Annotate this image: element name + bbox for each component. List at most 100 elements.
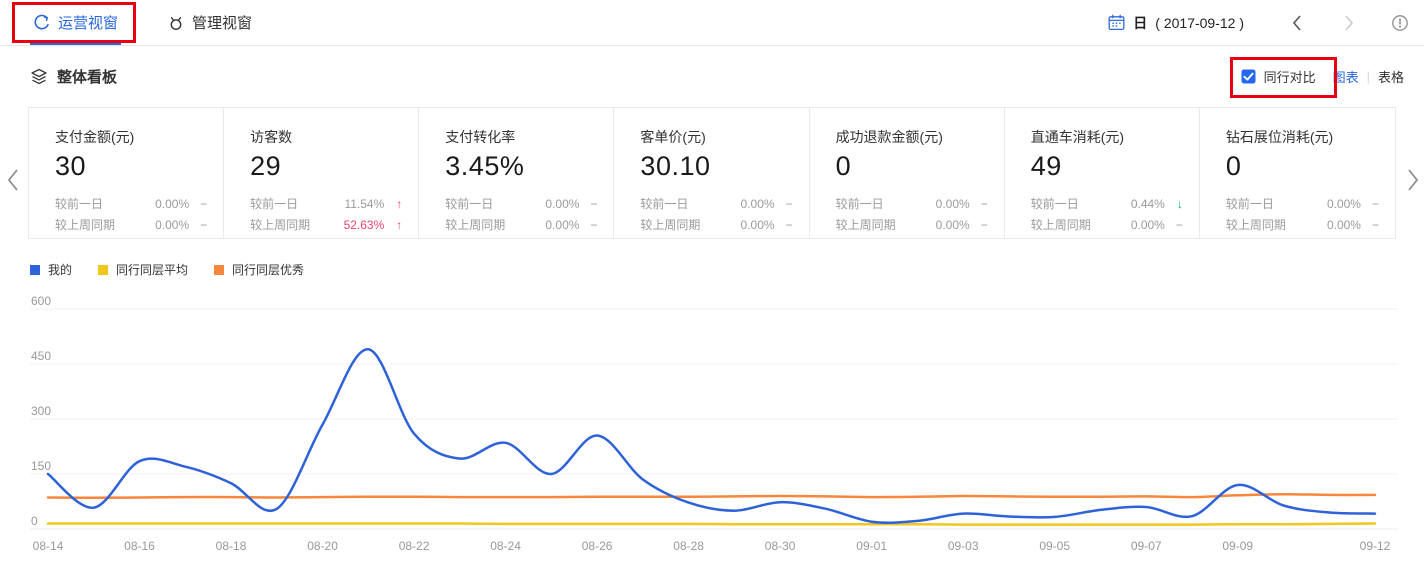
compare-label: 较上周同期 bbox=[445, 215, 529, 236]
metric-value: 30.10 bbox=[640, 151, 792, 182]
x-axis-label: 09-03 bbox=[948, 539, 979, 553]
x-axis-label: 08-14 bbox=[33, 539, 64, 553]
legend-item[interactable]: 我的 bbox=[30, 261, 72, 278]
metric-compare-rows: 较前一日0.44%↓较上周同期0.00%− bbox=[1031, 194, 1183, 236]
compare-value: 0.00% bbox=[529, 194, 579, 215]
metric-card[interactable]: 钻石展位消耗(元) 0 较前一日0.00%−较上周同期0.00%− bbox=[1200, 108, 1395, 238]
chart-legend: 我的 同行同层平均 同行同层优秀 bbox=[30, 261, 304, 278]
date-picker[interactable]: 日 ( 2017-09-12 ) bbox=[1108, 13, 1244, 33]
x-axis-label: 08-16 bbox=[124, 539, 155, 553]
metric-title: 直通车消耗(元) bbox=[1031, 127, 1183, 147]
x-axis-label: 08-26 bbox=[582, 539, 613, 553]
x-axis-label: 08-22 bbox=[399, 539, 430, 553]
compare-value: 0.00% bbox=[139, 194, 189, 215]
metric-value: 3.45% bbox=[445, 151, 597, 182]
metric-compare-rows: 较前一日0.00%−较上周同期0.00%− bbox=[1226, 194, 1379, 236]
refresh-circle-icon bbox=[33, 14, 50, 31]
cards-next-button[interactable] bbox=[1404, 166, 1422, 194]
board-section-bar: 整体看板 同行对比 图表 | 表格 bbox=[0, 47, 1424, 105]
trend-line-chart: 015030045060008-1408-1608-1808-2008-2208… bbox=[0, 290, 1424, 575]
y-axis-label: 0 bbox=[31, 514, 38, 528]
legend-label: 我的 bbox=[48, 261, 72, 278]
metric-title: 成功退款金额(元) bbox=[836, 127, 988, 147]
layers-icon bbox=[30, 68, 48, 85]
compare-label: 较前一日 bbox=[445, 194, 529, 215]
compare-value: 0.00% bbox=[1311, 194, 1361, 215]
flat-indicator-icon: − bbox=[189, 215, 207, 236]
chart-canvas: 015030045060008-1408-1608-1808-2008-2208… bbox=[0, 290, 1424, 575]
metric-value: 30 bbox=[55, 151, 207, 182]
x-axis-label: 09-05 bbox=[1039, 539, 1070, 553]
metric-compare-rows: 较前一日0.00%−较上周同期0.00%− bbox=[836, 194, 988, 236]
info-button[interactable] bbox=[1390, 13, 1410, 33]
view-switch: 图表 | 表格 bbox=[1333, 67, 1404, 86]
date-prev-button[interactable] bbox=[1290, 13, 1304, 33]
compare-value: 0.00% bbox=[725, 215, 775, 236]
compare-row: 较上周同期0.00%− bbox=[1031, 215, 1183, 236]
peer-compare-toggle[interactable]: 同行对比 bbox=[1241, 67, 1316, 86]
tab-operations-view[interactable]: 运营视窗 bbox=[30, 0, 121, 45]
metric-title: 访客数 bbox=[250, 127, 402, 147]
view-tabs: 运营视窗 管理视窗 bbox=[30, 0, 255, 45]
legend-item[interactable]: 同行同层平均 bbox=[98, 261, 188, 278]
metric-card[interactable]: 访客数29较前一日11.54%↑较上周同期52.63%↑ bbox=[224, 108, 419, 238]
compare-label: 较上周同期 bbox=[1226, 215, 1311, 236]
tab-management-view[interactable]: 管理视窗 bbox=[165, 0, 255, 45]
metric-card[interactable]: 直通车消耗(元)49较前一日0.44%↓较上周同期0.00%− bbox=[1005, 108, 1200, 238]
x-axis-label: 08-28 bbox=[673, 539, 704, 553]
legend-label: 同行同层优秀 bbox=[232, 261, 304, 278]
flat-indicator-icon: − bbox=[1165, 215, 1183, 236]
compare-value: 0.00% bbox=[139, 215, 189, 236]
view-chart-link[interactable]: 图表 bbox=[1333, 67, 1359, 86]
board-controls: 同行对比 图表 | 表格 bbox=[1241, 67, 1404, 86]
legend-swatch-icon bbox=[30, 265, 40, 275]
flat-indicator-icon: − bbox=[970, 194, 988, 215]
cards-prev-button[interactable] bbox=[4, 166, 22, 194]
date-next-button[interactable] bbox=[1342, 13, 1356, 33]
chevron-left-icon bbox=[7, 168, 19, 192]
flat-indicator-icon: − bbox=[1361, 215, 1379, 236]
compare-value: 0.00% bbox=[920, 194, 970, 215]
compare-label: 较上周同期 bbox=[1031, 215, 1115, 236]
up-indicator-icon: ↑ bbox=[384, 194, 402, 215]
info-icon bbox=[1391, 14, 1409, 32]
metric-card[interactable]: 客单价(元)30.10较前一日0.00%−较上周同期0.00%− bbox=[614, 108, 809, 238]
metric-card[interactable]: 支付金额(元)30较前一日0.00%−较上周同期0.00%− bbox=[29, 108, 224, 238]
board-title: 整体看板 bbox=[57, 66, 117, 87]
metric-title: 钻石展位消耗(元) bbox=[1226, 127, 1379, 147]
legend-swatch-icon bbox=[214, 265, 224, 275]
compare-value: 11.54% bbox=[334, 194, 384, 215]
view-table-link[interactable]: 表格 bbox=[1378, 67, 1404, 86]
legend-item[interactable]: 同行同层优秀 bbox=[214, 261, 304, 278]
x-axis-label: 08-24 bbox=[490, 539, 521, 553]
metric-card[interactable]: 成功退款金额(元)0较前一日0.00%−较上周同期0.00%− bbox=[810, 108, 1005, 238]
checkbox-checked-icon[interactable] bbox=[1241, 69, 1256, 84]
compare-row: 较前一日0.00%− bbox=[445, 194, 597, 215]
metric-title: 支付金额(元) bbox=[55, 127, 207, 147]
metric-compare-rows: 较前一日0.00%−较上周同期0.00%− bbox=[445, 194, 597, 236]
flat-indicator-icon: − bbox=[775, 194, 793, 215]
legend-label: 同行同层平均 bbox=[116, 261, 188, 278]
metric-value: 29 bbox=[250, 151, 402, 182]
compare-row: 较上周同期0.00%− bbox=[836, 215, 988, 236]
compare-row: 较上周同期0.00%− bbox=[640, 215, 792, 236]
series-line-1 bbox=[48, 523, 1375, 524]
compare-row: 较上周同期0.00%− bbox=[1226, 215, 1379, 236]
date-value: ( 2017-09-12 ) bbox=[1155, 15, 1244, 31]
x-axis-label: 08-20 bbox=[307, 539, 338, 553]
compare-label: 较前一日 bbox=[1031, 194, 1115, 215]
compare-row: 较上周同期0.00%− bbox=[55, 215, 207, 236]
view-switch-divider: | bbox=[1367, 69, 1370, 84]
metric-title: 支付转化率 bbox=[445, 127, 597, 147]
compare-value: 0.00% bbox=[529, 215, 579, 236]
y-axis-label: 450 bbox=[31, 349, 51, 363]
metric-card[interactable]: 支付转化率 3.45% 较前一日0.00%−较上周同期0.00%− bbox=[419, 108, 614, 238]
y-axis-label: 600 bbox=[31, 294, 51, 308]
compare-row: 较前一日0.44%↓ bbox=[1031, 194, 1183, 215]
monitor-icon bbox=[168, 15, 184, 31]
flat-indicator-icon: − bbox=[579, 194, 597, 215]
compare-row: 较前一日0.00%− bbox=[1226, 194, 1379, 215]
metric-value: 0 bbox=[1226, 151, 1379, 182]
tab-label: 管理视窗 bbox=[192, 12, 252, 33]
metric-cards-row: 支付金额(元)30较前一日0.00%−较上周同期0.00%−访客数29较前一日1… bbox=[28, 107, 1396, 239]
